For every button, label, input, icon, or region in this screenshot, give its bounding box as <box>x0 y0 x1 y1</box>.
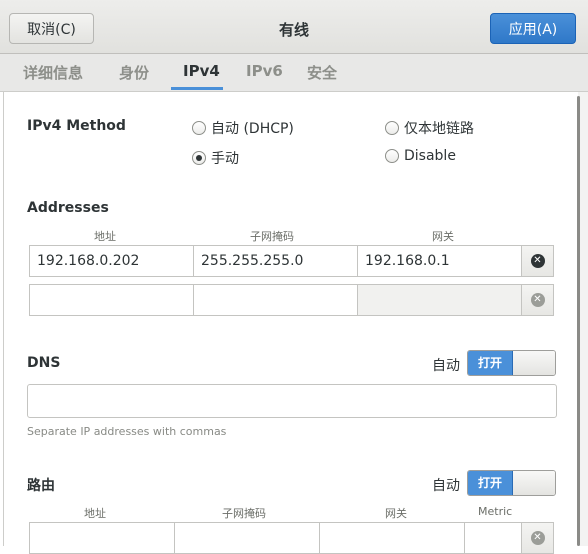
tab-ipv6[interactable]: IPv6 <box>246 62 283 80</box>
radio-manual[interactable]: 手动 <box>192 148 239 168</box>
close-icon: ✕ <box>530 293 545 307</box>
toggle-on-label: 打开 <box>468 351 513 375</box>
close-icon: ✕ <box>530 531 545 545</box>
route-netmask-input[interactable] <box>174 522 320 554</box>
tab-ipv4[interactable]: IPv4 <box>183 62 220 80</box>
dns-title: DNS <box>27 355 61 371</box>
header-bar: 取消(C) 有线 应用(A) <box>0 0 588 54</box>
tab-details[interactable]: 详细信息 <box>23 62 83 83</box>
address-input[interactable]: 192.168.0.202 <box>29 245 194 277</box>
toggle-knob <box>513 351 555 375</box>
radio-circle <box>192 121 206 135</box>
vertical-scrollbar[interactable] <box>577 96 580 546</box>
dns-input[interactable] <box>27 384 557 418</box>
dns-auto-label: 自动 <box>432 358 460 374</box>
radio-disable[interactable]: Disable <box>385 148 456 164</box>
route-metric-input[interactable] <box>464 522 522 554</box>
toggle-knob <box>513 471 555 495</box>
delete-address-button[interactable]: ✕ <box>521 245 554 277</box>
routes-auto-toggle[interactable]: 打开 <box>467 470 556 496</box>
route-address-column-header: 地址 <box>84 507 106 520</box>
radio-link-local-label: 仅本地链路 <box>404 121 474 137</box>
toggle-on-label: 打开 <box>468 471 513 495</box>
tab-identity[interactable]: 身份 <box>119 62 149 83</box>
routes-auto-label: 自动 <box>432 478 460 494</box>
route-gateway-input[interactable] <box>319 522 465 554</box>
active-tab-indicator <box>171 87 223 90</box>
gateway-input-empty <box>357 284 522 316</box>
addresses-title: Addresses <box>27 200 109 216</box>
delete-address-button-disabled: ✕ <box>521 284 554 316</box>
tab-bar: 详细信息 身份 IPv4 IPv6 安全 <box>0 54 588 92</box>
gateway-column-header: 网关 <box>432 230 454 243</box>
tab-security[interactable]: 安全 <box>307 62 337 83</box>
radio-circle <box>385 149 399 163</box>
gateway-input[interactable]: 192.168.0.1 <box>357 245 522 277</box>
route-address-input[interactable] <box>29 522 175 554</box>
dns-auto-toggle[interactable]: 打开 <box>467 350 556 376</box>
netmask-column-header: 子网掩码 <box>250 230 294 243</box>
radio-dhcp[interactable]: 自动 (DHCP) <box>192 118 294 138</box>
route-gateway-column-header: 网关 <box>385 507 407 520</box>
address-column-header: 地址 <box>94 230 116 243</box>
dns-hint: Separate IP addresses with commas <box>27 425 227 438</box>
radio-manual-label: 手动 <box>211 151 239 167</box>
route-metric-column-header: Metric <box>478 505 513 518</box>
radio-circle <box>385 121 399 135</box>
radio-disable-label: Disable <box>404 148 456 164</box>
close-icon: ✕ <box>530 254 545 268</box>
netmask-input-empty[interactable] <box>193 284 358 316</box>
delete-route-button[interactable]: ✕ <box>521 522 554 554</box>
ipv4-method-label: IPv4 Method <box>27 118 126 134</box>
radio-dhcp-label: 自动 (DHCP) <box>211 121 294 137</box>
address-input-empty[interactable] <box>29 284 194 316</box>
radio-circle-selected <box>192 151 206 165</box>
apply-button[interactable]: 应用(A) <box>490 13 576 44</box>
routes-title: 路由 <box>27 478 55 494</box>
radio-dot <box>196 155 202 161</box>
route-netmask-column-header: 子网掩码 <box>222 507 266 520</box>
netmask-input[interactable]: 255.255.255.0 <box>193 245 358 277</box>
radio-link-local[interactable]: 仅本地链路 <box>385 118 474 138</box>
